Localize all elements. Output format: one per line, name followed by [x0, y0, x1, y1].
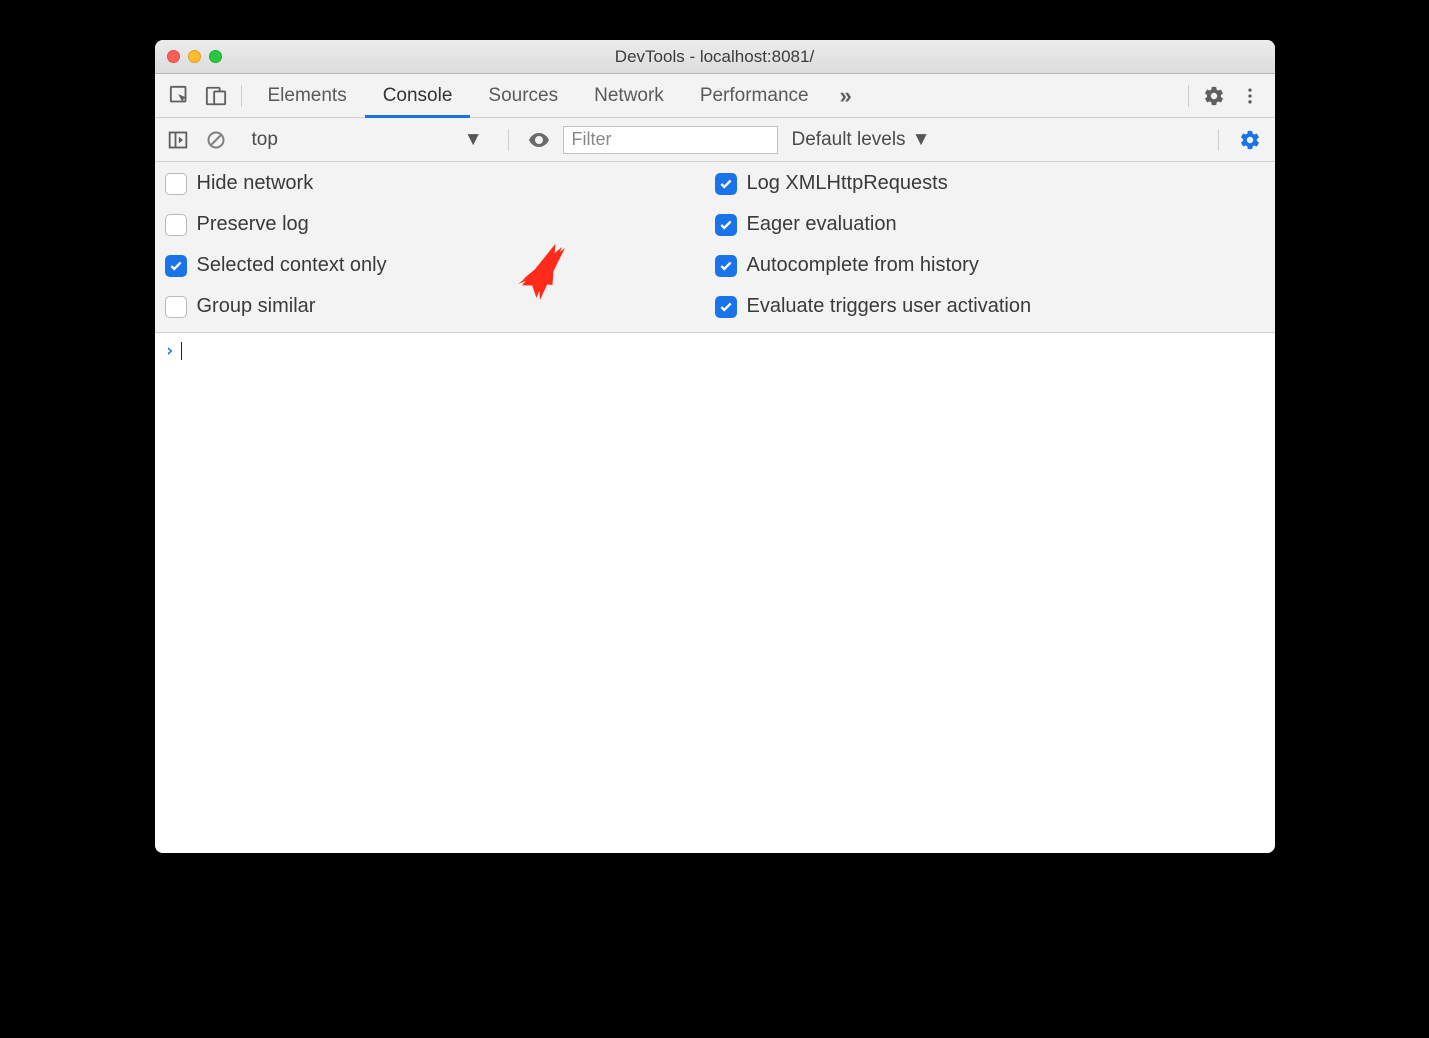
checkbox-box	[165, 296, 187, 318]
chevron-down-icon: ▼	[464, 129, 483, 151]
live-expression-eye-icon[interactable]	[523, 123, 555, 157]
kebab-menu-icon[interactable]	[1233, 79, 1267, 113]
devtools-window: DevTools - localhost:8081/ Elements Cons…	[155, 40, 1275, 853]
checkbox-group-similar[interactable]: Group similar	[165, 295, 715, 318]
tab-label: Console	[383, 85, 453, 107]
checkbox-label: Hide network	[197, 172, 314, 195]
tab-performance[interactable]: Performance	[682, 74, 827, 117]
console-settings-gear-icon[interactable]	[1233, 123, 1267, 157]
close-window-button[interactable]	[167, 50, 180, 63]
tab-label: Sources	[488, 85, 558, 107]
tab-network[interactable]: Network	[576, 74, 682, 117]
minimize-window-button[interactable]	[188, 50, 201, 63]
inspect-element-icon[interactable]	[163, 79, 197, 113]
console-settings-panel: Hide network Log XMLHttpRequests Preserv…	[155, 162, 1275, 333]
device-toolbar-icon[interactable]	[199, 79, 233, 113]
checkbox-label: Evaluate triggers user activation	[747, 295, 1032, 318]
panel-tabs: Elements Console Sources Network Perform…	[250, 74, 827, 117]
checkbox-eager-eval[interactable]: Eager evaluation	[715, 213, 1265, 236]
context-selected-label: top	[252, 129, 278, 151]
checkbox-preserve-log[interactable]: Preserve log	[165, 213, 715, 236]
divider	[1218, 129, 1219, 151]
divider	[1188, 85, 1189, 107]
checkbox-label: Autocomplete from history	[747, 254, 979, 277]
checkbox-hide-network[interactable]: Hide network	[165, 172, 715, 195]
filter-input[interactable]	[563, 126, 778, 154]
checkbox-box	[165, 173, 187, 195]
divider	[241, 85, 242, 107]
tab-label: Network	[594, 85, 664, 107]
checkbox-log-xhr[interactable]: Log XMLHttpRequests	[715, 172, 1265, 195]
tab-elements[interactable]: Elements	[250, 74, 365, 117]
checkbox-autocomplete-history[interactable]: Autocomplete from history	[715, 254, 1265, 277]
zoom-window-button[interactable]	[209, 50, 222, 63]
checkbox-label: Group similar	[197, 295, 316, 318]
checkbox-box	[715, 214, 737, 236]
window-controls	[155, 50, 222, 63]
window-title: DevTools - localhost:8081/	[155, 47, 1275, 67]
tab-label: Elements	[268, 85, 347, 107]
clear-console-icon[interactable]	[201, 123, 231, 157]
checkbox-selected-context-only[interactable]: Selected context only	[165, 254, 715, 277]
context-selector[interactable]: top ▼	[239, 125, 494, 155]
checkbox-box	[165, 255, 187, 277]
console-output[interactable]: ›	[155, 333, 1275, 853]
levels-label: Default levels	[792, 129, 906, 151]
checkbox-label: Eager evaluation	[747, 213, 897, 236]
main-tabbar: Elements Console Sources Network Perform…	[155, 74, 1275, 118]
tab-sources[interactable]: Sources	[470, 74, 576, 117]
more-tabs-icon[interactable]: »	[829, 79, 863, 113]
chevron-down-icon: ▼	[912, 129, 931, 151]
tab-label: Performance	[700, 85, 809, 107]
console-prompt[interactable]: ›	[165, 341, 1265, 361]
checkbox-label: Log XMLHttpRequests	[747, 172, 948, 195]
checkbox-box	[715, 255, 737, 277]
divider	[508, 129, 509, 151]
toggle-sidebar-icon[interactable]	[163, 123, 193, 157]
titlebar: DevTools - localhost:8081/	[155, 40, 1275, 74]
settings-gear-icon[interactable]	[1197, 79, 1231, 113]
checkbox-box	[165, 214, 187, 236]
text-caret	[181, 342, 182, 360]
tab-console[interactable]: Console	[365, 74, 471, 117]
checkbox-evaluate-triggers-activation[interactable]: Evaluate triggers user activation	[715, 295, 1265, 318]
log-levels-selector[interactable]: Default levels ▼	[786, 129, 937, 151]
checkbox-label: Selected context only	[197, 254, 387, 277]
prompt-chevron-icon: ›	[165, 341, 175, 361]
checkbox-box	[715, 296, 737, 318]
checkbox-box	[715, 173, 737, 195]
checkbox-label: Preserve log	[197, 213, 309, 236]
console-toolbar: top ▼ Default levels ▼	[155, 118, 1275, 162]
